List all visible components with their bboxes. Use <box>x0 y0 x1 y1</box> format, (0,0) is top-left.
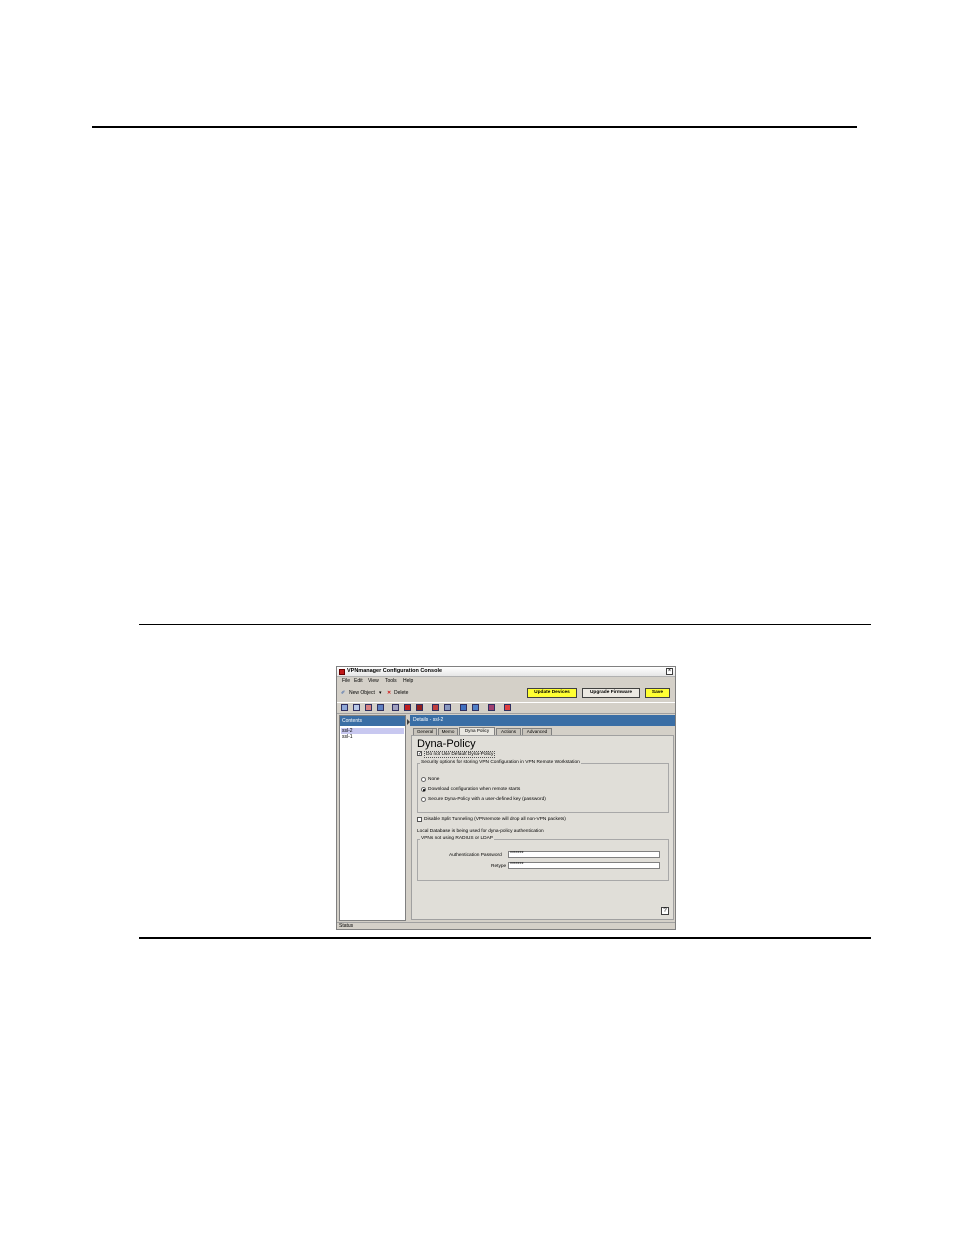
help-icon[interactable]: ? <box>661 907 669 915</box>
radio-download-config[interactable] <box>421 787 426 792</box>
radio-none[interactable] <box>421 777 426 782</box>
user-icon[interactable] <box>365 704 372 711</box>
page-title: Dyna-Policy <box>417 738 476 750</box>
radio-none-label: None <box>428 777 440 782</box>
security-options-title: Security options for storing VPN Configu… <box>420 760 581 765</box>
menu-bar: File Edit View Tools Help <box>337 677 675 685</box>
local-db-note: Local Database is being used for dyna-po… <box>417 829 544 834</box>
contents-pane: Contents ssl-2 ssl-1 <box>339 715 406 921</box>
auth-password-label: Authentication Password <box>449 853 502 858</box>
new-object-icon[interactable]: ✐ <box>341 690 345 696</box>
menu-tools[interactable]: Tools <box>385 678 397 684</box>
contents-header: Contents <box>340 716 405 726</box>
split-tunnel-label: Disable Split Tunneling (VPNremote will … <box>424 817 566 822</box>
import-icon[interactable] <box>472 704 479 711</box>
export-icon[interactable] <box>460 704 467 711</box>
delete-button[interactable]: Delete <box>394 690 408 696</box>
retype-label: Retype <box>491 864 507 869</box>
radius-group <box>417 839 669 881</box>
network-icon[interactable] <box>444 704 451 711</box>
title-bar: VPNmanager Configuration Console × <box>337 667 675 677</box>
status-bar: Status <box>337 922 675 929</box>
menu-help[interactable]: Help <box>403 678 413 684</box>
use-default-label: Do not Use Default Dyna-Policy <box>424 751 496 758</box>
use-default-checkbox[interactable]: ✓ <box>417 751 422 757</box>
window-title: VPNmanager Configuration Console <box>347 668 443 674</box>
device-icon[interactable] <box>341 704 348 711</box>
tab-dyna-policy[interactable]: Dyna Policy <box>459 727 495 735</box>
key-icon[interactable] <box>392 704 399 711</box>
vpn-icon[interactable] <box>377 704 384 711</box>
tab-advanced[interactable]: Advanced <box>522 728 552 735</box>
vpnmanager-window: VPNmanager Configuration Console × File … <box>336 666 676 930</box>
figure-top-rule <box>139 624 871 625</box>
help-book-icon[interactable] <box>504 704 511 711</box>
radio-secure-dyna-policy-label: Secure Dyna-Policy with a user-defined k… <box>428 797 546 802</box>
radio-secure-dyna-policy[interactable] <box>421 797 426 802</box>
red-policy-icon[interactable] <box>416 704 423 711</box>
top-divider-rule <box>92 126 857 128</box>
policy-icon[interactable] <box>404 704 411 711</box>
menu-edit[interactable]: Edit <box>354 678 363 684</box>
radius-group-title: VPNs not using RADIUS or LDAP <box>420 836 494 841</box>
details-header: Details - ssl-2 <box>410 715 675 726</box>
menu-file[interactable]: File <box>342 678 350 684</box>
app-icon <box>339 668 345 675</box>
figure-bottom-rule <box>139 937 871 939</box>
report-icon[interactable] <box>488 704 495 711</box>
radio-download-config-label: Download configuration when remote start… <box>428 787 521 792</box>
tab-general[interactable]: General <box>413 728 437 735</box>
retype-password-field[interactable]: ******* <box>508 862 660 869</box>
delete-icon[interactable]: ✕ <box>387 690 391 696</box>
dyna-policy-panel: Dyna-Policy ✓ Do not Use Default Dyna-Po… <box>411 735 674 920</box>
save-button[interactable]: Save <box>645 688 670 698</box>
upgrade-firmware-button[interactable]: Upgrade Firmware <box>582 688 640 698</box>
chevron-down-icon[interactable]: ▾ <box>379 690 382 696</box>
new-object-button[interactable]: New Object <box>349 690 375 696</box>
split-tunnel-checkbox[interactable] <box>417 817 422 822</box>
auth-password-field[interactable]: ******* <box>508 851 660 858</box>
menu-view[interactable]: View <box>368 678 379 684</box>
icon-toolbar <box>337 702 675 714</box>
action-bar: ✐ New Object ▾ ✕ Delete Update Devices U… <box>337 686 675 700</box>
details-pane: Details - ssl-2 General Memo Dyna Policy… <box>410 715 675 921</box>
tab-actions[interactable]: Actions <box>496 728 521 735</box>
update-devices-button[interactable]: Update Devices <box>527 688 577 698</box>
qos-icon[interactable] <box>432 704 439 711</box>
tab-memo[interactable]: Memo <box>438 728 458 735</box>
group-icon[interactable] <box>353 704 360 711</box>
tree-item-ssl-1[interactable]: ssl-1 <box>342 734 353 740</box>
close-button[interactable]: × <box>666 668 673 675</box>
